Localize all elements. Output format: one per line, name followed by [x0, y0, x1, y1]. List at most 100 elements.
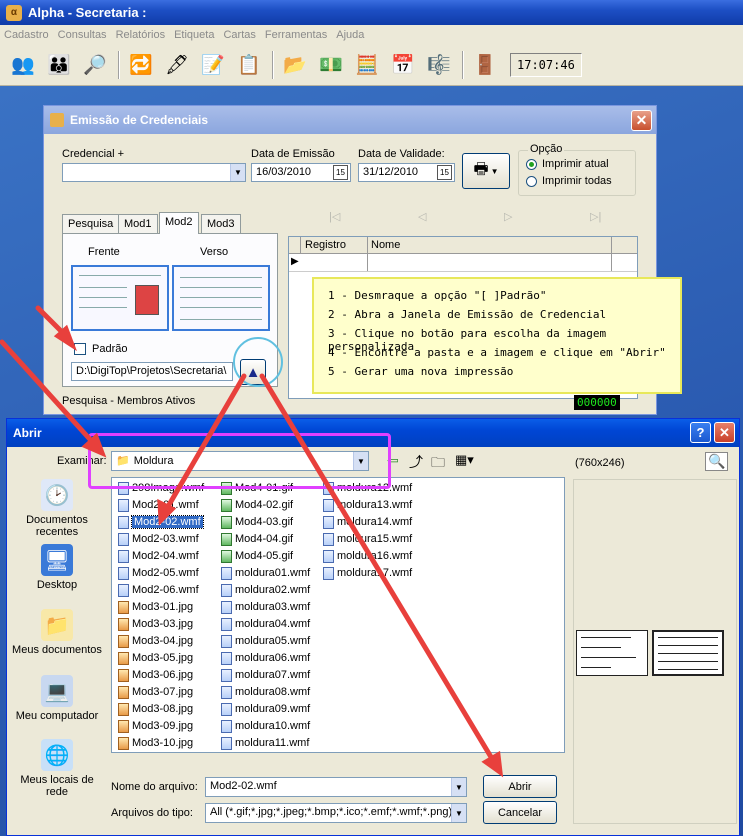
file-item[interactable]: moldura03.wmf — [221, 599, 310, 615]
file-item[interactable]: Mod2-03.wmf — [118, 531, 199, 547]
file-item[interactable]: moldura09.wmf — [221, 701, 310, 717]
tab-mod2[interactable]: Mod2 — [159, 212, 199, 234]
file-item[interactable]: moldura13.wmf — [323, 497, 412, 513]
file-item[interactable]: Mod4-05.gif — [221, 548, 293, 564]
file-item[interactable]: moldura14.wmf — [323, 514, 412, 530]
padrao-checkbox[interactable]: Padrão — [74, 343, 127, 355]
data-validade-field[interactable]: 31/12/2010 15 — [358, 163, 455, 182]
grid-header-nome[interactable]: Nome — [371, 239, 400, 251]
file-item[interactable]: Mod2-05.wmf — [118, 565, 199, 581]
menu-item-ferramentas[interactable]: Ferramentas — [265, 29, 327, 41]
folder-icon[interactable]: 📂 — [280, 50, 310, 80]
up-folder-icon[interactable]: ⤴ — [409, 452, 423, 472]
file-item[interactable]: moldura07.wmf — [221, 667, 310, 683]
calendar-icon[interactable]: 📅 — [388, 50, 418, 80]
money-icon[interactable]: 💵 — [316, 50, 346, 80]
file-item[interactable]: Mod3-01.jpg — [118, 599, 193, 615]
place-meus-locais-de-rede[interactable]: 🌐 Meus locais de rede — [11, 739, 103, 798]
file-item[interactable]: Mod3-08.jpg — [118, 701, 193, 717]
chevron-down-icon: ▼ — [490, 166, 499, 176]
file-item[interactable]: Mod4-02.gif — [221, 497, 293, 513]
file-item[interactable]: Mod2-02.wmf — [118, 514, 204, 530]
exit-door-icon[interactable]: 🚪 — [470, 50, 500, 80]
last-record-icon[interactable]: ▷| — [590, 210, 601, 223]
image-path-field[interactable]: D:\DigiTop\Projetos\Secretaria\ — [71, 362, 233, 381]
members-icon[interactable]: 👥 — [8, 50, 38, 80]
file-item[interactable]: moldura08.wmf — [221, 684, 310, 700]
file-item[interactable]: moldura01.wmf — [221, 565, 310, 581]
file-item[interactable]: Mod2-01.wmf — [118, 497, 199, 513]
menu-item-relatórios[interactable]: Relatórios — [116, 29, 166, 41]
radio-imprimir-atual[interactable]: Imprimir atual — [526, 158, 609, 170]
help-icon[interactable]: ? — [690, 422, 711, 443]
chevron-down-icon[interactable]: ▼ — [230, 164, 245, 181]
place-meu-computador[interactable]: 💻 Meu computador — [11, 675, 103, 722]
grid-header-registro[interactable]: Registro — [305, 239, 346, 251]
music-icon[interactable]: 🎼 — [424, 50, 454, 80]
first-record-icon[interactable]: |◁ — [329, 210, 340, 223]
data-emissao-field[interactable]: 16/03/2010 15 — [251, 163, 351, 182]
menu-item-cadastro[interactable]: Cadastro — [4, 29, 49, 41]
preview-toggle-icon[interactable]: 🔍 — [705, 452, 729, 471]
radio-imprimir-todas[interactable]: Imprimir todas — [526, 175, 612, 187]
family-icon[interactable]: 👪 — [44, 50, 74, 80]
file-item[interactable]: Mod3-10.jpg — [118, 735, 193, 751]
notes-icon[interactable]: 📋 — [234, 50, 264, 80]
calculator-icon[interactable]: 🧮 — [352, 50, 382, 80]
stamp-icon[interactable]: 🖋 — [162, 50, 192, 80]
file-item[interactable]: Mod3-03.jpg — [118, 616, 193, 632]
place-meus-documentos[interactable]: 📁 Meus documentos — [11, 609, 103, 656]
file-item[interactable]: moldura02.wmf — [221, 582, 310, 598]
file-item[interactable]: Mod3-05.jpg — [118, 650, 193, 666]
file-item[interactable]: moldura11.wmf — [221, 735, 309, 751]
chevron-down-icon[interactable]: ▼ — [451, 804, 466, 822]
menu-bar: Cadastro Consultas Relatórios Etiqueta Carta… — [0, 25, 743, 45]
close-icon[interactable]: ✕ — [631, 110, 652, 131]
file-item[interactable]: Mod3-07.jpg — [118, 684, 193, 700]
calendar-icon[interactable]: 15 — [333, 165, 348, 180]
file-item[interactable]: moldura05.wmf — [221, 633, 310, 649]
file-item[interactable]: Mod3-06.jpg — [118, 667, 193, 683]
previous-record-icon[interactable]: ◁ — [418, 210, 426, 223]
file-item[interactable]: Mod3-04.jpg — [118, 633, 193, 649]
file-item[interactable]: moldura15.wmf — [323, 531, 412, 547]
print-button[interactable]: 🖶 ▼ — [462, 153, 510, 189]
file-item[interactable]: moldura04.wmf — [221, 616, 310, 632]
file-name: moldura07.wmf — [235, 669, 311, 681]
view-menu-icon[interactable]: ▦▾ — [455, 452, 474, 468]
printer-icon: 🖶 — [473, 160, 489, 178]
file-item[interactable]: Mod4-03.gif — [221, 514, 293, 530]
menu-item-ajuda[interactable]: Ajuda — [336, 29, 364, 41]
menu-item-cartas[interactable]: Cartas — [223, 29, 255, 41]
file-item[interactable]: Mod3-09.jpg — [118, 718, 193, 734]
close-icon[interactable]: ✕ — [714, 422, 735, 443]
next-record-icon[interactable]: ▷ — [504, 210, 512, 223]
new-folder-icon[interactable]: 🗀 — [431, 452, 445, 476]
file-item[interactable]: Mod2-06.wmf — [118, 582, 199, 598]
menu-item-etiqueta[interactable]: Etiqueta — [174, 29, 214, 41]
place-desktop[interactable]: 🖥 Desktop — [11, 544, 103, 591]
filename-input[interactable]: Mod2-02.wmf ▼ — [205, 777, 467, 797]
file-item[interactable]: moldura17.wmf — [323, 565, 412, 581]
cancel-button[interactable]: Cancelar — [483, 801, 557, 824]
file-name: moldura10.wmf — [235, 720, 311, 732]
file-item[interactable]: Mod2-04.wmf — [118, 548, 199, 564]
tab-pesquisa[interactable]: Pesquisa — [62, 214, 120, 234]
tab-mod3[interactable]: Mod3 — [201, 214, 241, 234]
menu-item-consultas[interactable]: Consultas — [58, 29, 107, 41]
file-item[interactable]: moldura16.wmf — [323, 548, 412, 564]
file-item[interactable]: moldura10.wmf — [221, 718, 310, 734]
tab-mod1[interactable]: Mod1 — [118, 214, 158, 234]
calendar-icon[interactable]: 15 — [437, 165, 452, 180]
file-item[interactable]: moldura06.wmf — [221, 650, 310, 666]
filetype-select[interactable]: All (*.gif;*.jpg;*.jpeg;*.bmp;*.ico;*.em… — [205, 803, 467, 823]
search-document-icon[interactable]: 🔎 — [80, 50, 110, 80]
credencial-select[interactable]: ▼ — [62, 163, 246, 182]
chevron-down-icon[interactable]: ▼ — [451, 778, 466, 796]
file-list[interactable]: 298Image.wmf Mod2-01.wmf Mod2-02.wmf Mod2-0… — [111, 477, 565, 753]
credentials-dialog-title-bar[interactable]: Emissão de Credenciais — [44, 106, 656, 134]
edit-icon[interactable]: 📝 — [198, 50, 228, 80]
transfer-icon[interactable]: 🔁 — [126, 50, 156, 80]
file-item[interactable]: Mod4-04.gif — [221, 531, 293, 547]
open-button[interactable]: Abrir — [483, 775, 557, 798]
